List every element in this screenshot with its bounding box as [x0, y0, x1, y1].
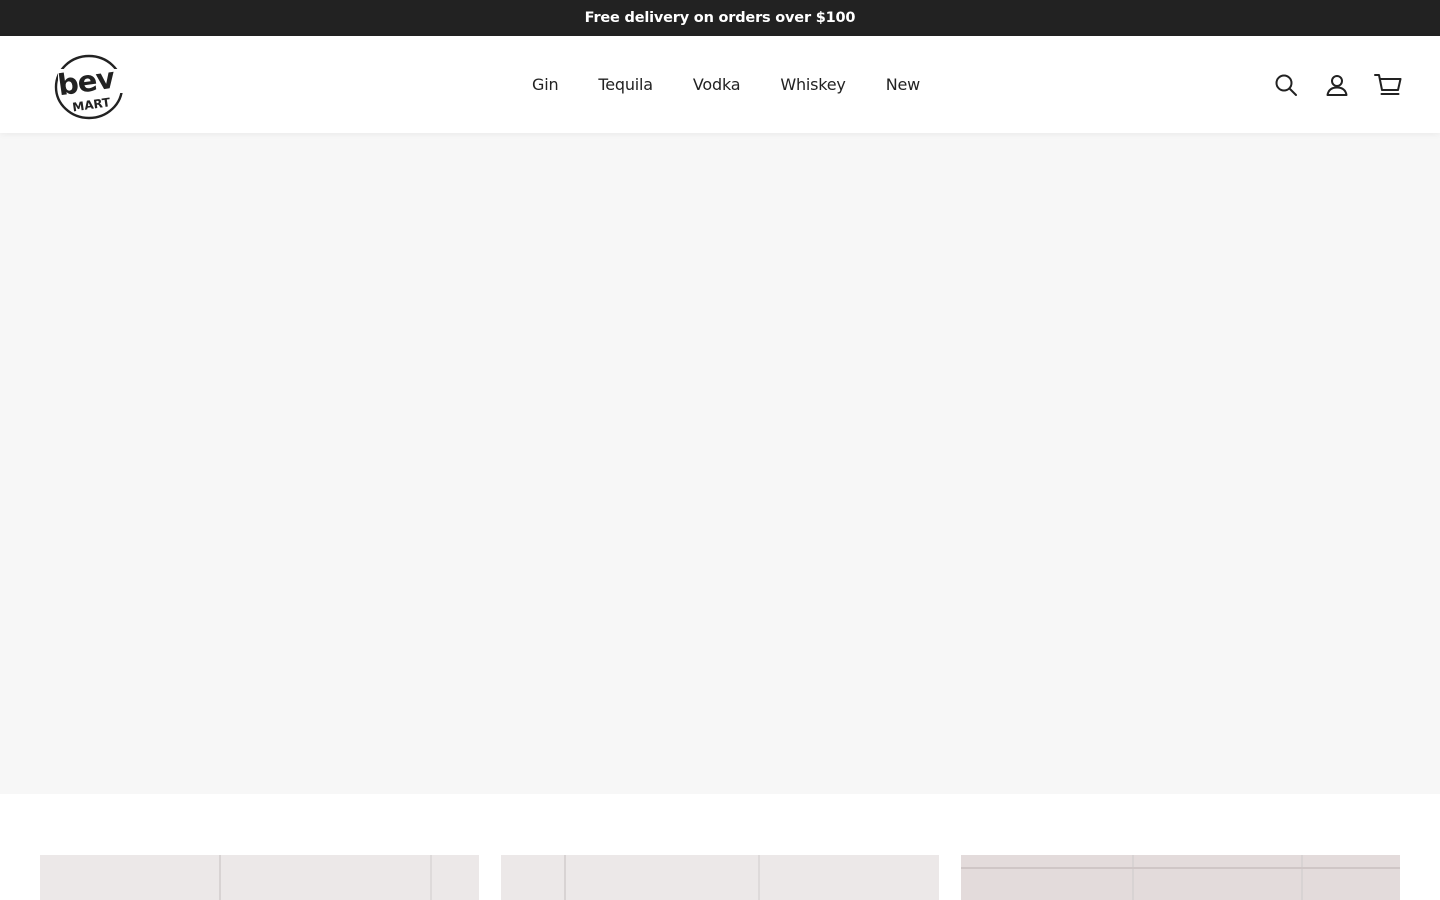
announcement-text: Free delivery on orders over $100	[584, 10, 856, 26]
nav-item-tequila[interactable]: Tequila	[578, 67, 673, 102]
bevmart-logo-icon: bev MART	[54, 54, 124, 120]
collection-card-2[interactable]	[500, 855, 940, 900]
announcement-bar: Free delivery on orders over $100	[0, 0, 1440, 36]
main-nav: Gin Tequila Vodka Whiskey New	[512, 36, 940, 133]
search-icon	[1275, 74, 1297, 96]
search-button[interactable]	[1272, 71, 1300, 99]
cart-icon	[1374, 73, 1402, 95]
brand-logo[interactable]: bev MART	[52, 49, 128, 121]
account-button[interactable]	[1323, 71, 1351, 99]
header-actions	[1272, 36, 1402, 133]
site-header: bev MART Gin Tequila Vodka Whiskey New	[0, 36, 1440, 133]
collection-card-3[interactable]	[961, 855, 1401, 900]
nav-item-new[interactable]: New	[866, 67, 940, 102]
collection-grid	[40, 855, 1401, 900]
user-icon	[1326, 74, 1348, 96]
hero-banner[interactable]	[0, 133, 1440, 794]
nav-item-vodka[interactable]: Vodka	[673, 67, 760, 102]
nav-item-whiskey[interactable]: Whiskey	[760, 67, 865, 102]
collection-card-1[interactable]	[40, 855, 479, 900]
cart-button[interactable]	[1374, 71, 1402, 99]
nav-item-gin[interactable]: Gin	[512, 67, 578, 102]
